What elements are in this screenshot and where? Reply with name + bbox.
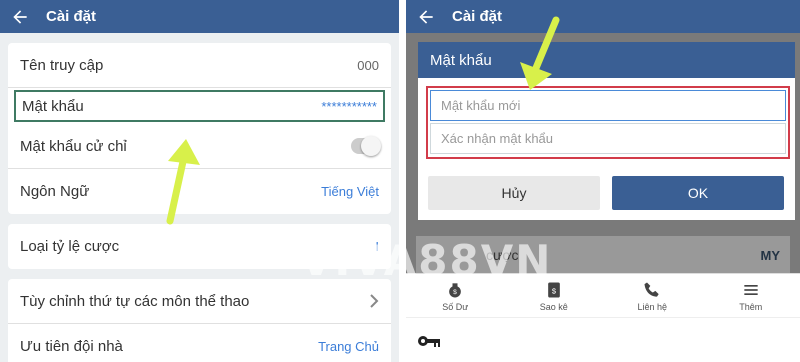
- page-title: Cài đặt: [452, 8, 503, 25]
- left-settings-screen: Cài đặt Tên truy cập 000 Mật khẩu ******…: [0, 0, 399, 362]
- sports-order-label: Tùy chỉnh thứ tự các môn thể thao: [20, 292, 250, 310]
- bottom-tab-bar: $ Số Dư $ Sao kê Liên hệ Thêm: [406, 273, 800, 317]
- ok-button[interactable]: OK: [612, 176, 784, 210]
- home-team-priority-row[interactable]: Ưu tiên đội nhà Trang Chủ: [8, 324, 391, 362]
- page-title: Cài đặt: [46, 8, 97, 25]
- money-bag-icon: $: [449, 282, 462, 297]
- chevron-right-icon: [370, 294, 379, 308]
- odds-type-row[interactable]: Loại tỷ lệ cược I: [8, 224, 391, 269]
- dialog-buttons: Hủy OK: [428, 176, 784, 212]
- password-value: ***********: [321, 98, 377, 114]
- svg-text:$: $: [453, 289, 457, 296]
- back-arrow-icon[interactable]: [10, 7, 30, 27]
- cancel-button[interactable]: Hủy: [428, 176, 600, 210]
- language-row[interactable]: Ngôn Ngữ Tiếng Việt: [8, 169, 391, 214]
- confirm-password-input[interactable]: Xác nhận mật khẩu: [430, 123, 786, 154]
- tab-contact-label: Liên hệ: [637, 301, 668, 312]
- right-password-dialog-screen: Cài đặt cược MY Mật khẩu Mật khẩu mới Xá…: [406, 0, 800, 362]
- username-value: 000: [357, 57, 379, 73]
- tab-contact[interactable]: Liên hệ: [603, 274, 702, 317]
- menu-icon: [744, 284, 758, 295]
- key-icon: [418, 336, 440, 347]
- app-bar: Cài đặt: [0, 0, 399, 33]
- tab-more-label: Thêm: [739, 301, 763, 312]
- password-row[interactable]: Mật khẩu ***********: [14, 90, 385, 122]
- tab-statement-label: Sao kê: [539, 301, 568, 312]
- language-value: Tiếng Việt: [321, 184, 379, 199]
- statement-icon: $: [547, 282, 560, 297]
- gesture-password-label: Mật khẩu cử chỉ: [20, 137, 127, 155]
- password-fields-highlight: Mật khẩu mới Xác nhận mật khẩu: [426, 86, 790, 159]
- username-label: Tên truy cập: [20, 56, 104, 74]
- odds-type-value: I: [375, 239, 379, 254]
- phone-icon: [644, 282, 659, 297]
- tab-statement[interactable]: $ Sao kê: [505, 274, 604, 317]
- gesture-password-row: Mật khẩu cử chỉ: [8, 124, 391, 169]
- new-password-input[interactable]: Mật khẩu mới: [430, 90, 786, 121]
- home-team-priority-label: Ưu tiên đội nhà: [20, 338, 123, 355]
- dimmed-row-label: cược: [486, 247, 519, 263]
- sports-order-row[interactable]: Tùy chỉnh thứ tự các môn thể thao: [8, 279, 391, 324]
- app-bar: Cài đặt: [406, 0, 800, 33]
- gesture-password-toggle[interactable]: [351, 136, 381, 156]
- sports-group: Tùy chỉnh thứ tự các môn thể thao Ưu tiê…: [8, 279, 391, 362]
- dimmed-odds-row: cược MY: [416, 236, 790, 274]
- tab-balance-label: Số Dư: [442, 301, 469, 312]
- odds-type-label: Loại tỷ lệ cược: [20, 238, 120, 255]
- username-row: Tên truy cập 000: [8, 43, 391, 88]
- account-settings-group: Tên truy cập 000 Mật khẩu *********** Mậ…: [8, 43, 391, 214]
- language-label: Ngôn Ngữ: [20, 183, 90, 200]
- dialog-title: Mật khẩu: [418, 42, 795, 78]
- tab-balance[interactable]: $ Số Dư: [406, 274, 505, 317]
- password-label: Mật khẩu: [22, 97, 84, 115]
- back-arrow-icon[interactable]: [416, 7, 436, 27]
- password-dialog: Mật khẩu Mật khẩu mới Xác nhận mật khẩu …: [418, 42, 795, 220]
- bottom-strip: [406, 317, 800, 362]
- home-team-priority-value: Trang Chủ: [318, 339, 379, 354]
- dimmed-row-value: MY: [760, 247, 781, 263]
- tab-more[interactable]: Thêm: [702, 274, 800, 317]
- odds-group: Loại tỷ lệ cược I: [8, 224, 391, 269]
